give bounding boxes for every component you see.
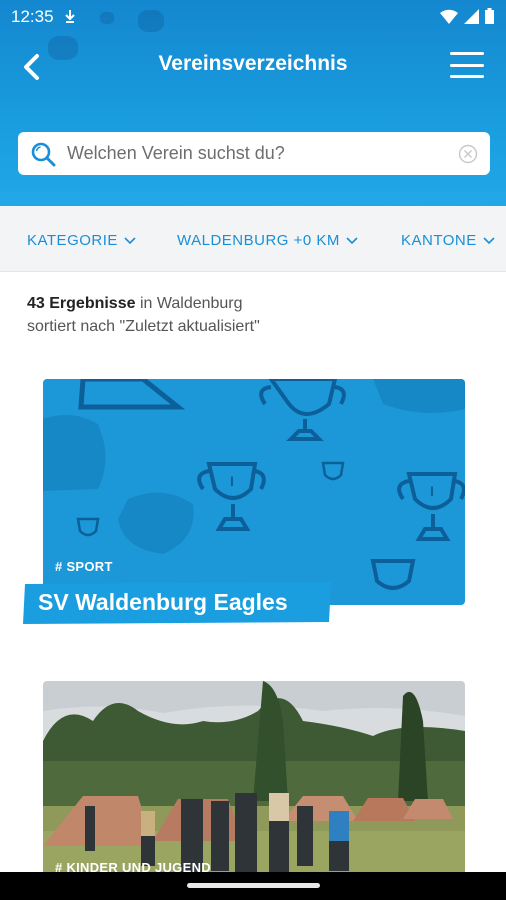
chevron-down-icon (483, 236, 495, 244)
svg-text:I: I (430, 483, 434, 499)
filter-kantone[interactable]: KANTONE (401, 232, 495, 249)
card-title: SV Waldenburg Eagles (38, 589, 288, 615)
status-bar: 12:35 (0, 0, 506, 32)
club-card-photo[interactable] (43, 681, 465, 881)
card-category-tag: # SPORT (55, 559, 113, 574)
filter-kategorie[interactable]: KATEGORIE (27, 232, 136, 249)
card-title-banner[interactable]: SV Waldenburg Eagles (23, 582, 333, 624)
download-icon (64, 8, 76, 28)
signal-icon (464, 8, 479, 24)
results-sort: sortiert nach "Zuletzt aktualisiert" (27, 318, 260, 335)
clear-icon[interactable] (458, 144, 478, 164)
back-arrow-icon[interactable] (14, 50, 48, 84)
search-input[interactable] (67, 143, 458, 164)
app-header (0, 0, 506, 215)
filter-label: KATEGORIE (27, 232, 118, 249)
results-summary: 43 Ergebnisse in Waldenburg sortiert nac… (27, 292, 260, 338)
status-time: 12:35 (11, 7, 54, 26)
filter-label: KANTONE (401, 232, 477, 249)
results-count: 43 Ergebnisse (27, 295, 136, 312)
svg-text:I: I (230, 473, 234, 489)
filter-location[interactable]: WALDENBURG +0 KM (177, 232, 358, 249)
status-icons (440, 8, 494, 24)
home-gesture-bar[interactable] (187, 883, 320, 888)
search-bar[interactable] (18, 132, 490, 175)
hamburger-menu-icon[interactable] (450, 50, 484, 80)
screen: 12:35 Vereinsverzeichnis KATEGORIE (0, 0, 506, 900)
filter-label: WALDENBURG +0 KM (177, 232, 340, 249)
wifi-icon (440, 9, 458, 24)
battery-icon (485, 8, 494, 24)
chevron-down-icon (124, 236, 136, 244)
chevron-down-icon (346, 236, 358, 244)
search-icon (31, 142, 56, 166)
results-location: in Waldenburg (139, 295, 243, 312)
filter-bar: KATEGORIE WALDENBURG +0 KM KANTONE (0, 206, 506, 272)
camp-photo (43, 681, 465, 881)
